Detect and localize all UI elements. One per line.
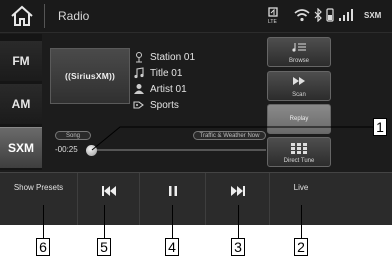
- callout-6: 6: [36, 238, 50, 256]
- callout-2: 2: [294, 238, 308, 256]
- callout-1-leader: [91, 126, 373, 151]
- callout-3: 3: [231, 238, 245, 256]
- callout-5: 5: [97, 238, 111, 256]
- callout-4: 4: [165, 238, 179, 256]
- callout-1: 1: [373, 118, 387, 136]
